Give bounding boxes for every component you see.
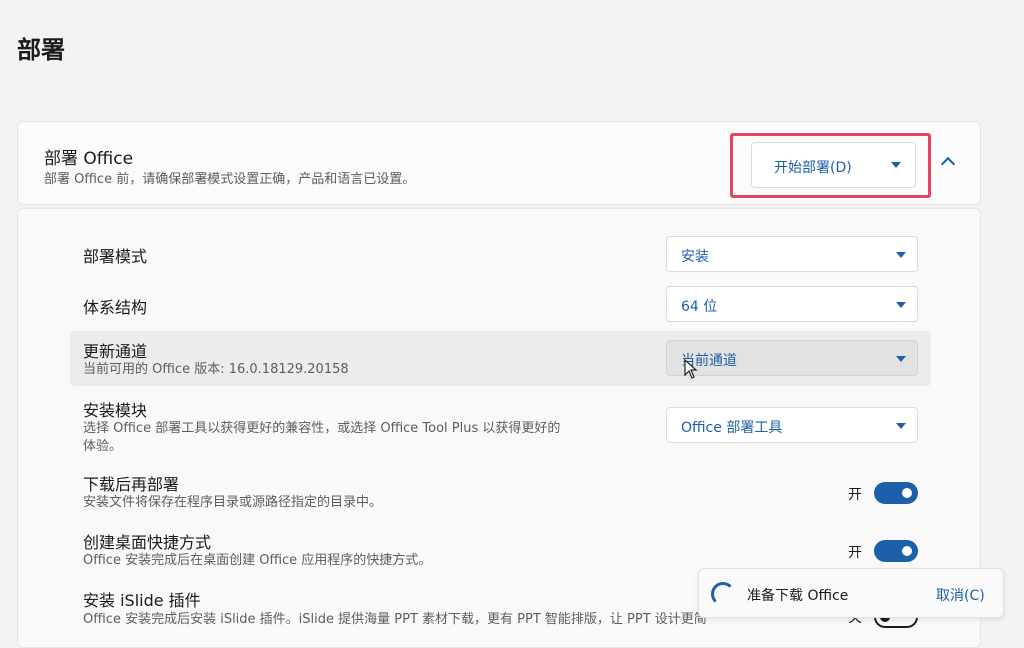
install-module-label: 安装模块: [83, 401, 148, 420]
install-module-description-line2: 体验。: [83, 439, 123, 454]
architecture-dropdown[interactable]: 64 位: [666, 286, 918, 322]
start-deploy-button[interactable]: 开始部署(D): [751, 142, 916, 188]
page-title: 部署: [17, 36, 65, 64]
install-module-dropdown[interactable]: Office 部署工具: [666, 407, 918, 443]
download-first-description: 安装文件将保存在程序目录或源路径指定的目录中。: [83, 495, 383, 510]
chevron-down-icon: [896, 302, 906, 308]
chevron-down-icon: [896, 423, 906, 429]
download-first-label: 下载后再部署: [83, 475, 180, 494]
deploy-office-header[interactable]: 部署 Office 部署 Office 前，请确保部署模式设置正确，产品和语言已…: [17, 121, 981, 205]
download-notification: 准备下载 Office 取消(C): [698, 568, 1004, 618]
notification-text: 准备下载 Office: [747, 588, 849, 604]
start-deploy-label: 开始部署(D): [774, 160, 852, 176]
architecture-value: 64 位: [681, 299, 718, 315]
chevron-up-icon[interactable]: [940, 156, 956, 172]
deploy-office-title: 部署 Office: [44, 149, 134, 169]
deploy-mode-dropdown[interactable]: 安装: [666, 236, 918, 272]
islide-description: Office 安装完成后安装 iSlide 插件。iSlide 提供海量 PPT…: [83, 612, 707, 627]
download-first-toggle[interactable]: [874, 482, 918, 504]
desktop-shortcut-toggle-label: 开: [848, 545, 862, 561]
toggle-knob: [902, 546, 912, 556]
deploy-mode-label: 部署模式: [83, 247, 148, 266]
architecture-label: 体系结构: [83, 298, 148, 317]
update-channel-description: 当前可用的 Office 版本: 16.0.18129.20158: [83, 362, 349, 377]
mouse-cursor-icon: [684, 359, 698, 379]
deploy-office-description: 部署 Office 前，请确保部署模式设置正确，产品和语言已设置。: [44, 172, 416, 187]
deploy-mode-value: 安装: [681, 249, 709, 265]
chevron-down-icon: [896, 252, 906, 258]
download-first-toggle-label: 开: [848, 487, 862, 503]
loading-spinner-icon: [711, 582, 735, 606]
desktop-shortcut-description: Office 安装完成后在桌面创建 Office 应用程序的快捷方式。: [83, 553, 432, 568]
desktop-shortcut-label: 创建桌面快捷方式: [83, 533, 212, 552]
update-channel-label: 更新通道: [83, 342, 148, 361]
desktop-shortcut-toggle[interactable]: [874, 540, 918, 562]
chevron-down-icon: [891, 162, 901, 168]
toggle-knob: [902, 488, 912, 498]
install-module-value: Office 部署工具: [681, 420, 783, 436]
islide-label: 安装 iSlide 插件: [83, 591, 201, 610]
chevron-down-icon: [896, 356, 906, 362]
install-module-description-line1: 选择 Office 部署工具以获得更好的兼容性，或选择 Office Tool …: [83, 421, 561, 436]
update-channel-dropdown[interactable]: 当前通道: [666, 340, 918, 376]
cancel-button[interactable]: 取消(C): [936, 585, 985, 605]
